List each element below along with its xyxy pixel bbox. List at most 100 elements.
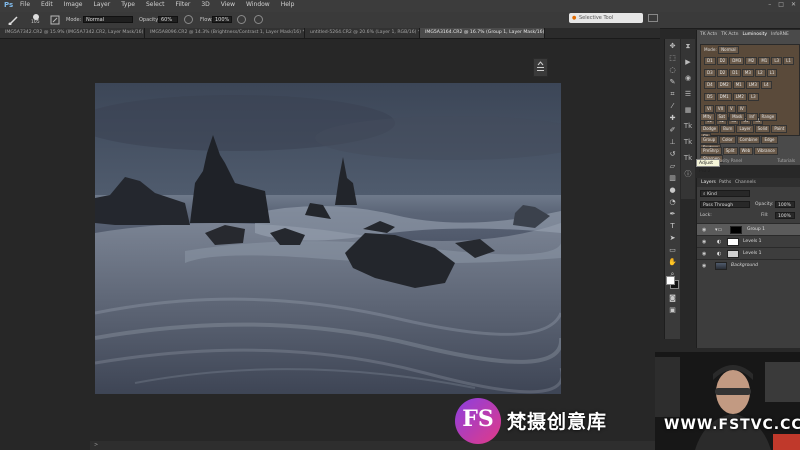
tk-btn[interactable]: D5: [704, 93, 716, 101]
lasso-tool-icon[interactable]: ◌: [668, 66, 677, 75]
brush-preset-picker[interactable]: 105: [28, 14, 44, 26]
tk-btn[interactable]: L4: [760, 81, 772, 89]
tk-action-btn[interactable]: PreShrp: [700, 147, 722, 155]
hand-tool-icon[interactable]: ✋: [668, 258, 677, 267]
tk-panel-icon[interactable]: Tk: [683, 121, 693, 131]
tk-tab-1[interactable]: TK Actn: [700, 32, 717, 37]
marquee-tool-icon[interactable]: ⬚: [668, 54, 677, 63]
tab-channels[interactable]: Channels: [735, 178, 756, 187]
type-tool-icon[interactable]: T: [668, 222, 677, 231]
tk-btn[interactable]: LM3: [745, 81, 760, 89]
menu-edit[interactable]: Edit: [41, 1, 53, 8]
tk-tutorials-link[interactable]: Tutorials: [777, 157, 795, 164]
tk-btn[interactable]: D1: [704, 57, 716, 65]
tk-btn[interactable]: VI: [704, 105, 714, 113]
quick-mask-icon[interactable]: ◙: [668, 294, 677, 303]
menu-window[interactable]: Window: [246, 1, 270, 8]
tk-action-btn[interactable]: Combine: [736, 136, 761, 144]
gradient-tool-icon[interactable]: ▥: [668, 174, 677, 183]
pressure-size-icon[interactable]: [254, 15, 263, 24]
move-tool-icon[interactable]: ✥: [668, 42, 677, 51]
swatches-panel-icon[interactable]: ▦: [683, 105, 693, 115]
histogram-toggle-icon[interactable]: [533, 58, 548, 77]
tab-paths[interactable]: Paths: [719, 178, 731, 187]
tab-doc-1[interactable]: IMG5A7342.CR2 @ 15.9% (IMG5A7342.CR2, La…: [0, 28, 145, 38]
properties-panel-icon[interactable]: ◉: [683, 73, 693, 83]
opacity-field[interactable]: 60%: [158, 16, 178, 23]
airbrush-icon[interactable]: [237, 15, 246, 24]
tk-action-btn[interactable]: Mlty: [700, 113, 715, 121]
tk-action-btn[interactable]: Web: [738, 147, 754, 155]
tk-btn[interactable]: IV: [736, 105, 747, 113]
tk-btn[interactable]: M1: [758, 57, 771, 65]
dodge-tool-icon[interactable]: ◔: [668, 198, 677, 207]
history-brush-tool-icon[interactable]: ↺: [668, 150, 677, 159]
tk-panel-3-icon[interactable]: Tk: [683, 153, 693, 163]
tk-btn[interactable]: L1: [783, 57, 794, 65]
blend-mode-select[interactable]: Pass Through: [700, 201, 750, 208]
tk-action-btn[interactable]: Dodge: [700, 125, 720, 133]
path-select-tool-icon[interactable]: ➤: [668, 234, 677, 243]
tk-btn[interactable]: D2: [716, 57, 729, 65]
layer-kind-filter[interactable]: ⌕ Kind: [700, 190, 750, 197]
tk-tab-2[interactable]: TK Actn: [721, 32, 738, 37]
tk-tab-4[interactable]: InfoRNE: [771, 32, 789, 37]
menu-3d[interactable]: 3D: [201, 1, 209, 8]
fill-field[interactable]: 100%: [775, 212, 795, 219]
tk-btn[interactable]: DM2: [716, 81, 732, 89]
tk-action-btn[interactable]: Solid: [754, 125, 771, 133]
tk-action-btn[interactable]: Vibrance: [754, 147, 778, 155]
brush-panel-icon[interactable]: [50, 15, 60, 25]
menu-layer[interactable]: Layer: [93, 1, 110, 8]
workspace-icon[interactable]: [648, 14, 658, 22]
brush-tool-icon[interactable]: ✐: [668, 126, 677, 135]
minimize-icon[interactable]: –: [768, 1, 771, 8]
tab-doc-4-active[interactable]: IMG5A3164.CR2 @ 16.7% (Group 1, Layer Ma…: [420, 28, 545, 38]
tk-btn[interactable]: L3: [771, 57, 783, 65]
tk-btn[interactable]: L1: [766, 69, 778, 77]
eraser-tool-icon[interactable]: ▱: [668, 162, 677, 171]
tk-btn[interactable]: M1: [732, 81, 745, 89]
tk-btn[interactable]: DM1: [716, 93, 732, 101]
tk-action-btn[interactable]: Burn: [720, 125, 736, 133]
flow-field[interactable]: 100%: [212, 16, 232, 23]
stamp-tool-icon[interactable]: ⊥: [668, 138, 677, 147]
menu-filter[interactable]: Filter: [176, 1, 191, 8]
tk-action-btn[interactable]: Edge: [761, 136, 778, 144]
tab-doc-3[interactable]: untitled-5264.CR2 @ 20.6% (Layer 1, RGB/…: [305, 28, 420, 38]
crop-tool-icon[interactable]: ⌗: [668, 90, 677, 99]
tk-btn[interactable]: V: [727, 105, 736, 113]
pen-tool-icon[interactable]: ✒: [668, 210, 677, 219]
tab-layers[interactable]: Layers: [701, 178, 716, 187]
menu-view[interactable]: View: [221, 1, 235, 8]
canvas-photo-seascape[interactable]: [95, 83, 561, 394]
menu-select[interactable]: Select: [146, 1, 165, 8]
tk-btn[interactable]: D4: [704, 81, 716, 89]
adjustments-panel-icon[interactable]: ☰: [683, 89, 693, 99]
history-panel-icon[interactable]: ⧗: [683, 41, 693, 51]
tk-action-btn[interactable]: Split: [722, 147, 738, 155]
shape-tool-icon[interactable]: ▭: [668, 246, 677, 255]
tk-btn[interactable]: D2: [716, 69, 729, 77]
brush-tool-icon[interactable]: [8, 15, 20, 25]
pressure-opacity-icon[interactable]: [184, 15, 193, 24]
tk-btn[interactable]: D3: [704, 69, 716, 77]
eyedropper-tool-icon[interactable]: ⁄: [668, 102, 677, 111]
search-input[interactable]: ● Selective Tool: [569, 13, 643, 23]
tk-action-btn[interactable]: Range: [758, 113, 778, 121]
menu-image[interactable]: Image: [64, 1, 83, 8]
layer-row-background[interactable]: ◉ Background: [697, 259, 800, 272]
close-icon[interactable]: ✕: [791, 1, 796, 8]
tk-action-btn[interactable]: Inf: [746, 113, 758, 121]
tk-action-btn[interactable]: Group: [700, 136, 719, 144]
tk-panel-2-icon[interactable]: Tk: [683, 137, 693, 147]
tk-action-btn[interactable]: Sat: [715, 113, 729, 121]
tk-btn[interactable]: L3: [747, 93, 759, 101]
tk-btn[interactable]: VII: [714, 105, 727, 113]
blur-tool-icon[interactable]: ●: [668, 186, 677, 195]
status-arrow[interactable]: >: [94, 442, 98, 448]
tk-btn[interactable]: DM3: [729, 57, 745, 65]
tk-btn[interactable]: LM2: [732, 93, 747, 101]
tk-btn[interactable]: M2: [745, 57, 758, 65]
maximize-icon[interactable]: □: [778, 1, 784, 8]
